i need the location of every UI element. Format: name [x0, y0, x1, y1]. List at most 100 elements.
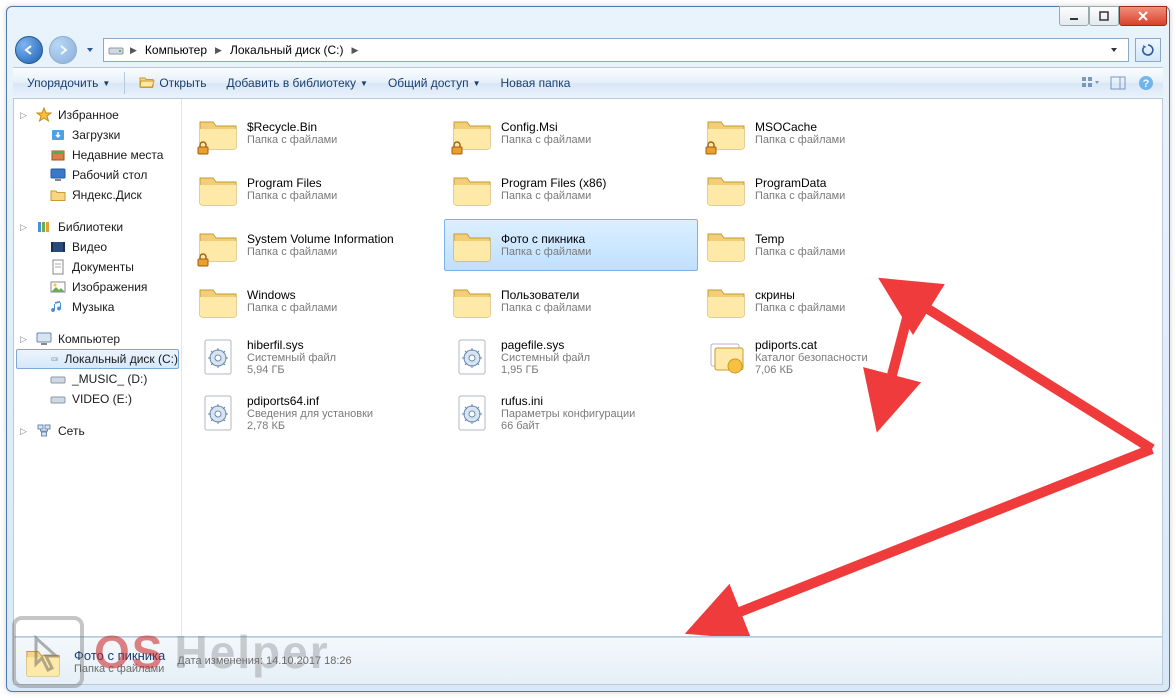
- help-button[interactable]: ?: [1135, 72, 1157, 94]
- item-name: System Volume Information: [247, 232, 394, 246]
- minimize-button[interactable]: [1059, 6, 1089, 26]
- item-desc: Папка с файлами: [501, 134, 591, 146]
- status-type: Папка с файлами: [74, 663, 165, 675]
- sidebar-desktop[interactable]: Рабочий стол: [14, 165, 181, 185]
- share-button[interactable]: Общий доступ ▼: [380, 71, 489, 95]
- refresh-button[interactable]: [1135, 38, 1161, 62]
- chevron-right-icon[interactable]: ▶: [350, 45, 361, 56]
- breadcrumb-drive[interactable]: Локальный диск (C:): [228, 43, 346, 57]
- nav-forward-button[interactable]: [49, 36, 77, 64]
- sidebar-drive-d[interactable]: _MUSIC_ (D:): [14, 369, 181, 389]
- sidebar-videos[interactable]: Видео: [14, 237, 181, 257]
- item-desc: Папка с файлами: [247, 246, 394, 258]
- file-item[interactable]: WindowsПапка с файлами: [190, 275, 444, 327]
- item-name: ProgramData: [755, 176, 845, 190]
- item-desc: Папка с файлами: [501, 190, 606, 202]
- nav-back-button[interactable]: [15, 36, 43, 64]
- file-item[interactable]: pdiports.catКаталог безопасности7,06 КБ: [698, 331, 952, 383]
- sidebar: ▷Избранное Загрузки Недавние места Рабоч…: [14, 99, 182, 636]
- folder-icon: [197, 280, 239, 322]
- item-name: Windows: [247, 288, 337, 302]
- chevron-right-icon[interactable]: ▶: [213, 45, 224, 56]
- file-item[interactable]: TempПапка с файлами: [698, 219, 952, 271]
- folder-icon: [451, 112, 493, 154]
- item-name: Program Files (x86): [501, 176, 606, 190]
- sidebar-libraries-header[interactable]: ▷Библиотеки: [14, 217, 181, 237]
- address-bar[interactable]: ▶ Компьютер ▶ Локальный диск (C:) ▶: [103, 38, 1129, 62]
- item-name: pagefile.sys: [501, 338, 590, 352]
- maximize-button[interactable]: [1089, 6, 1119, 26]
- toolbar: Упорядочить ▼ Открыть Добавить в библиот…: [13, 67, 1163, 99]
- address-dropdown[interactable]: [1104, 40, 1124, 60]
- file-item[interactable]: pdiports64.infСведения для установки2,78…: [190, 387, 444, 439]
- recent-icon: [50, 147, 66, 163]
- sidebar-network-header[interactable]: ▷Сеть: [14, 421, 181, 441]
- sidebar-computer-header[interactable]: ▷Компьютер: [14, 329, 181, 349]
- preview-pane-button[interactable]: [1107, 72, 1129, 94]
- item-desc: Системный файл: [247, 352, 336, 364]
- file-item[interactable]: Config.MsiПапка с файлами: [444, 107, 698, 159]
- close-button[interactable]: [1119, 6, 1167, 26]
- folder-icon: [451, 168, 493, 210]
- file-icon: [197, 392, 239, 434]
- folder-open-icon: [139, 74, 155, 93]
- desktop-icon: [50, 167, 66, 183]
- file-item[interactable]: скриныПапка с файлами: [698, 275, 952, 327]
- file-item[interactable]: Фото с пикникаПапка с файлами: [444, 219, 698, 271]
- organize-button[interactable]: Упорядочить ▼: [19, 71, 118, 95]
- sidebar-drive-e[interactable]: VIDEO (E:): [14, 389, 181, 409]
- sidebar-documents[interactable]: Документы: [14, 257, 181, 277]
- item-size: 5,94 ГБ: [247, 364, 336, 376]
- file-item[interactable]: hiberfil.sysСистемный файл5,94 ГБ: [190, 331, 444, 383]
- file-item[interactable]: MSOCacheПапка с файлами: [698, 107, 952, 159]
- downloads-icon: [50, 127, 66, 143]
- sidebar-drive-c[interactable]: Локальный диск (C:): [16, 349, 179, 369]
- sidebar-recent[interactable]: Недавние места: [14, 145, 181, 165]
- file-item[interactable]: ПользователиПапка с файлами: [444, 275, 698, 327]
- sidebar-downloads[interactable]: Загрузки: [14, 125, 181, 145]
- new-folder-button[interactable]: Новая папка: [492, 71, 578, 95]
- titlebar: [7, 7, 1169, 33]
- item-size: 2,78 КБ: [247, 420, 373, 432]
- folder-icon: [197, 224, 239, 266]
- file-item[interactable]: ProgramDataПапка с файлами: [698, 163, 952, 215]
- pictures-icon: [50, 279, 66, 295]
- folder-icon: [451, 224, 493, 266]
- drive-icon: [50, 371, 66, 387]
- folder-icon: [451, 280, 493, 322]
- item-desc: Параметры конфигурации: [501, 408, 635, 420]
- item-name: Пользователи: [501, 288, 591, 302]
- sidebar-yandex-disk[interactable]: Яндекс.Диск: [14, 185, 181, 205]
- add-to-library-button[interactable]: Добавить в библиотеку ▼: [218, 71, 375, 95]
- item-desc: Папка с файлами: [755, 246, 845, 258]
- nav-history-dropdown[interactable]: [83, 39, 97, 61]
- item-desc: Папка с файлами: [247, 302, 337, 314]
- folder-icon: [197, 112, 239, 154]
- sidebar-pictures[interactable]: Изображения: [14, 277, 181, 297]
- libraries-icon: [36, 219, 52, 235]
- network-icon: [36, 423, 52, 439]
- file-item[interactable]: pagefile.sysСистемный файл1,95 ГБ: [444, 331, 698, 383]
- breadcrumb-computer[interactable]: Компьютер: [143, 43, 209, 57]
- item-size: 7,06 КБ: [755, 364, 868, 376]
- chevron-right-icon[interactable]: ▶: [128, 45, 139, 56]
- statusbar: Фото с пикника Папка с файлами Дата изме…: [13, 637, 1163, 685]
- status-name: Фото с пикника: [74, 648, 165, 663]
- music-icon: [50, 299, 66, 315]
- file-item[interactable]: Program FilesПапка с файлами: [190, 163, 444, 215]
- file-item[interactable]: rufus.iniПараметры конфигурации66 байт: [444, 387, 698, 439]
- drive-icon: [51, 351, 58, 367]
- explorer-window: ▶ Компьютер ▶ Локальный диск (C:) ▶ Упор…: [6, 6, 1170, 692]
- file-icon: [705, 336, 747, 378]
- open-button[interactable]: Открыть: [131, 71, 214, 95]
- file-item[interactable]: $Recycle.BinПапка с файлами: [190, 107, 444, 159]
- item-name: Program Files: [247, 176, 337, 190]
- view-options-button[interactable]: [1079, 72, 1101, 94]
- drive-icon: [50, 391, 66, 407]
- sidebar-music[interactable]: Музыка: [14, 297, 181, 317]
- file-item[interactable]: Program Files (x86)Папка с файлами: [444, 163, 698, 215]
- item-name: MSOCache: [755, 120, 845, 134]
- sidebar-favorites-header[interactable]: ▷Избранное: [14, 105, 181, 125]
- file-item[interactable]: System Volume InformationПапка с файлами: [190, 219, 444, 271]
- item-desc: Папка с файлами: [755, 190, 845, 202]
